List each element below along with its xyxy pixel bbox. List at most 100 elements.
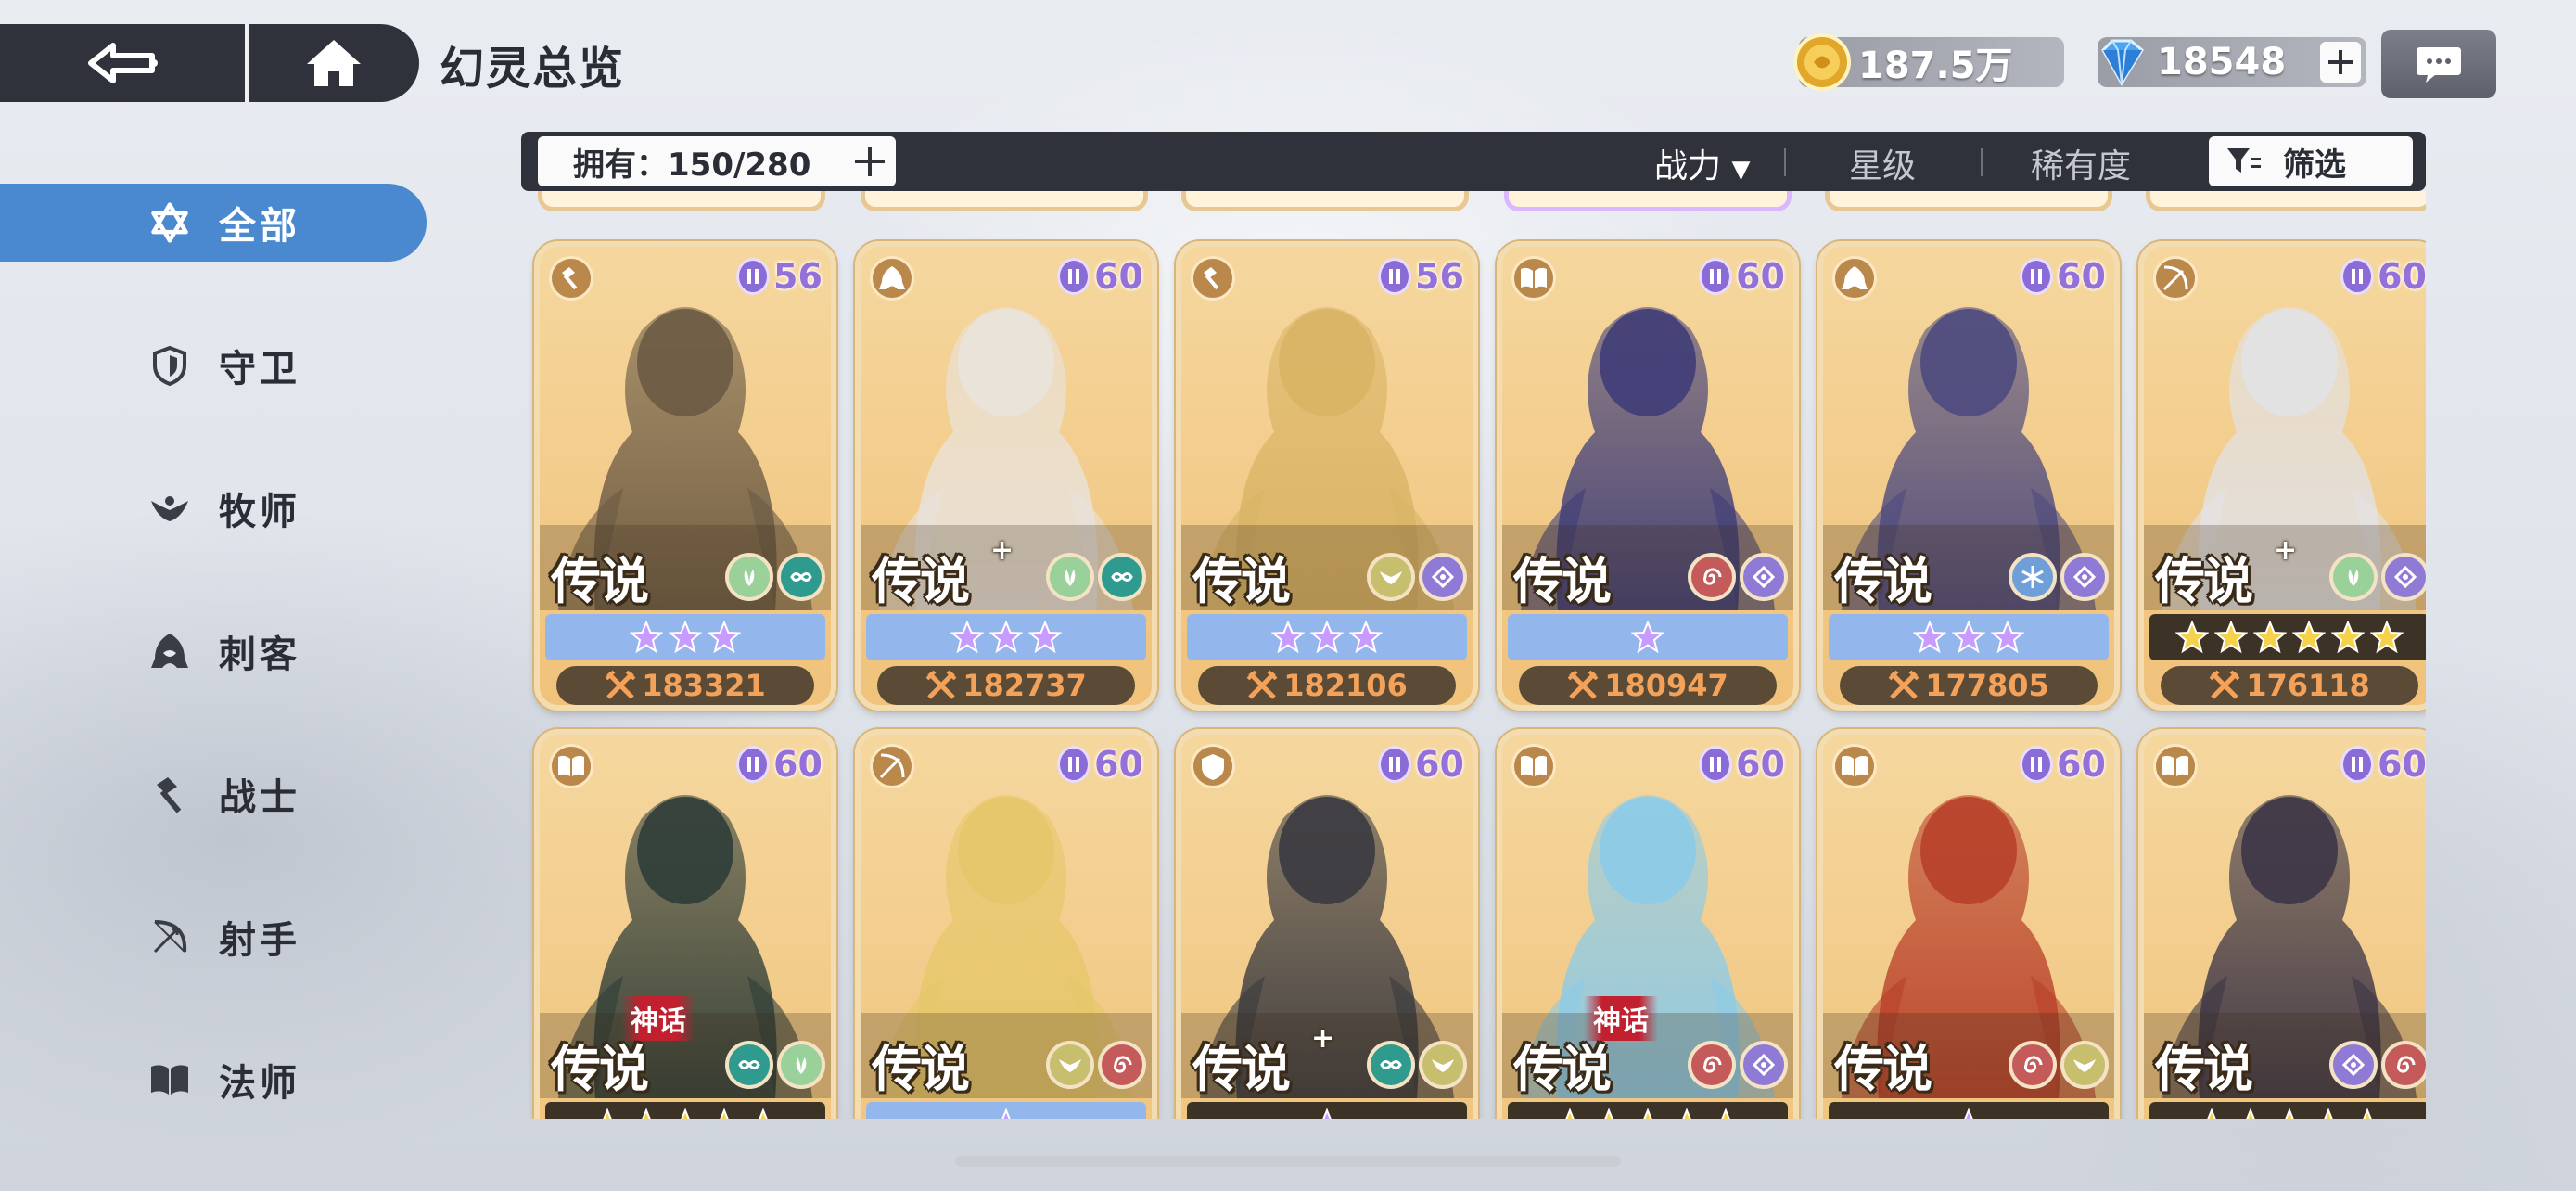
star-icon: [1349, 621, 1383, 654]
tier-icon: [1378, 746, 1411, 783]
star-icon: [1964, 1108, 1973, 1119]
star-icon: [2214, 621, 2248, 654]
shield-icon: [148, 344, 191, 387]
mage-class-icon: [1511, 256, 1556, 301]
character-level: 56: [1415, 256, 1464, 297]
mage-class-icon: [549, 744, 593, 788]
hammer-icon: [148, 773, 191, 815]
character-card[interactable]: 60 传说: [1817, 729, 2120, 1119]
character-card[interactable]: 60 传说 180947: [1497, 241, 1799, 711]
owned-count: 拥有：150/280: [573, 146, 811, 184]
star-icon: [669, 621, 702, 654]
character-level: 60: [773, 744, 823, 785]
tier-icon: [736, 258, 770, 295]
rarity-label: 传说: [1834, 551, 1932, 610]
rarity-label: 传说: [872, 551, 970, 610]
character-card[interactable]: 60 传说: [855, 729, 1157, 1119]
lotus-element-icon: [1046, 553, 1094, 601]
character-level: 60: [1415, 744, 1464, 785]
star-icon: [2246, 1108, 2255, 1119]
spiral-element-icon: [1688, 553, 1736, 601]
rarity-label: 传说: [551, 551, 649, 610]
warrior-class-icon: [549, 256, 593, 301]
home-button[interactable]: [249, 24, 419, 102]
gold-coin-icon: [1793, 33, 1851, 91]
chat-bubble-icon: [2417, 47, 2461, 83]
star-icon: [1604, 1108, 1613, 1119]
sidebar-item-archer[interactable]: 射手: [0, 898, 427, 976]
sidebar-item-all[interactable]: 全部: [0, 184, 427, 262]
sidebar-item-label: 全部: [219, 205, 300, 248]
character-level: 60: [1736, 744, 1785, 785]
star-icon: [642, 1108, 651, 1119]
sidebar-item-assassin[interactable]: 刺客: [0, 612, 427, 690]
spiral-element-icon: [1098, 1041, 1146, 1089]
star-icon: [603, 1108, 612, 1119]
power-value: 183321: [642, 668, 766, 703]
page-title: 幻灵总览: [440, 43, 626, 95]
character-level: 60: [1094, 256, 1143, 297]
star-icon: [2370, 621, 2404, 654]
star-rating: [1508, 1102, 1788, 1119]
star-icon: [1913, 621, 1946, 654]
sort-power[interactable]: 战力 ▼: [1654, 139, 1750, 187]
add-gems-button[interactable]: [2320, 42, 2361, 83]
star-rating: [1829, 1102, 2109, 1119]
rarity-label: 传说: [551, 1039, 649, 1098]
star-icon: [1001, 1108, 1011, 1119]
character-card[interactable]: 60 传说 177805: [1817, 241, 2120, 711]
snowflake-element-icon: [2009, 553, 2057, 601]
card-peek: [861, 191, 1148, 211]
sidebar-item-guardian[interactable]: 守卫: [0, 327, 427, 404]
power-value: 182106: [1283, 668, 1408, 703]
star-icon: [708, 621, 741, 654]
rarity-label: 传说: [1513, 1039, 1612, 1098]
owned-count-box[interactable]: 拥有：150/280: [538, 136, 896, 186]
character-card[interactable]: 56 传说 183321: [534, 241, 836, 711]
spiral-element-icon: [2009, 1041, 2057, 1089]
character-card[interactable]: 60 传说 + 182737: [855, 241, 1157, 711]
add-slot-button[interactable]: [851, 143, 888, 180]
archer-class-icon: [870, 744, 914, 788]
gem-currency: 18548: [2098, 37, 2366, 87]
sidebar-item-warrior[interactable]: 战士: [0, 755, 427, 833]
star-icon: [2285, 1108, 2294, 1119]
back-button[interactable]: [0, 24, 249, 102]
power-badge: 182737: [877, 666, 1135, 705]
hood-icon: [148, 630, 191, 672]
character-card[interactable]: 56 传说 182106: [1176, 241, 1478, 711]
top-nav: [0, 24, 419, 102]
sidebar-item-label: 法师: [219, 1062, 300, 1105]
character-card[interactable]: 60 传说 + 176118: [2138, 241, 2426, 711]
star-icon: [2175, 621, 2209, 654]
star-icon: [2292, 621, 2326, 654]
character-card[interactable]: 60 传说: [2138, 729, 2426, 1119]
character-level: 60: [1094, 744, 1143, 785]
rarity-plus-icon: +: [990, 534, 1014, 567]
sidebar-item-label: 刺客: [219, 634, 300, 676]
chat-button[interactable]: [2381, 30, 2496, 98]
star-icon: [950, 621, 984, 654]
sort-rarity[interactable]: 稀有度: [2031, 139, 2131, 187]
mage-class-icon: [2153, 744, 2198, 788]
sidebar-item-priest[interactable]: 牧师: [0, 469, 427, 547]
character-card[interactable]: 60 神话 传说: [1497, 729, 1799, 1119]
wings-element-icon: [1367, 553, 1415, 601]
home-icon: [307, 40, 361, 86]
filter-button[interactable]: 筛选: [2209, 136, 2413, 186]
warrior-class-icon: [1191, 256, 1235, 301]
star-icon: [1991, 621, 2024, 654]
sort-star[interactable]: 星级: [1849, 139, 1916, 187]
spiral-element-icon: [2381, 1041, 2426, 1089]
star-rating: [1829, 614, 2109, 660]
character-level: 60: [2378, 256, 2426, 297]
character-card[interactable]: 60 传说 +: [1176, 729, 1478, 1119]
book-icon: [148, 1058, 191, 1101]
tier-icon: [2340, 258, 2374, 295]
character-card[interactable]: 60 神话 传说: [534, 729, 836, 1119]
archer-class-icon: [2153, 256, 2198, 301]
star-icon: [1322, 1108, 1332, 1119]
star-icon: [1565, 1108, 1575, 1119]
scroll-indicator[interactable]: [955, 1156, 1621, 1167]
sidebar-item-mage[interactable]: 法师: [0, 1041, 427, 1119]
